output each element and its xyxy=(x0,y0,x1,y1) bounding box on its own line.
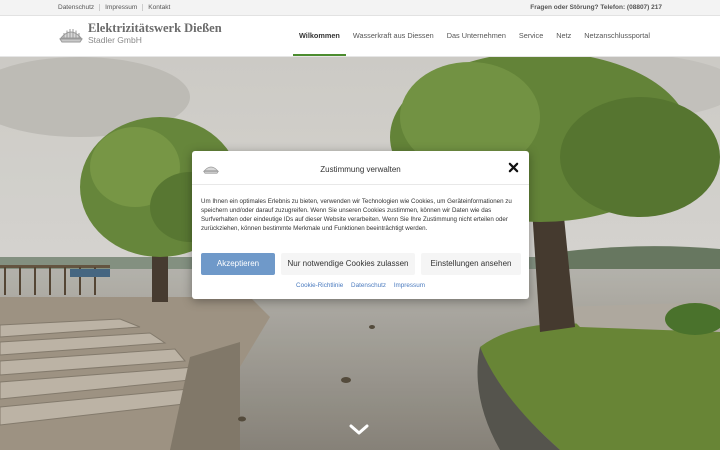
nav-item-netzanschlussportal[interactable]: Netzanschlussportal xyxy=(578,16,656,56)
nav-item-netz[interactable]: Netz xyxy=(550,16,577,56)
cookie-policy-link[interactable]: Cookie-Richtlinie xyxy=(296,282,343,289)
privacy-link[interactable]: Datenschutz xyxy=(351,282,386,289)
main-nav: Wilkommen Wasserkraft aus Diessen Das Un… xyxy=(292,16,656,56)
view-settings-button[interactable]: Einstellungen ansehen xyxy=(421,253,521,275)
site-header: Elektrizitätswerk Dießen Stadler GmbH Wi… xyxy=(0,16,720,57)
close-icon[interactable] xyxy=(508,162,519,173)
top-link-kontakt[interactable]: Kontakt xyxy=(143,4,175,11)
logo-emblem-icon xyxy=(59,28,83,42)
support-phone: Fragen oder Störung? Telefon: (08807) 21… xyxy=(530,4,662,11)
top-bar: Datenschutz Impressum Kontakt Fragen ode… xyxy=(0,0,720,16)
brand-name: Elektrizitätswerk Dießen xyxy=(88,21,222,35)
dialog-message: Um Ihnen ein optimales Erlebnis zu biete… xyxy=(201,198,512,232)
site-logo[interactable]: Elektrizitätswerk Dießen Stadler GmbH xyxy=(58,22,222,45)
chevron-down-icon[interactable] xyxy=(349,424,369,436)
nav-item-unternehmen[interactable]: Das Unternehmen xyxy=(441,16,512,56)
cookie-consent-dialog: Zustimmung verwalten Um Ihnen ein optima… xyxy=(192,151,529,299)
logo-text: Elektrizitätswerk Dießen Stadler GmbH xyxy=(88,21,222,46)
top-links: Datenschutz Impressum Kontakt xyxy=(58,4,175,11)
brand-subname: Stadler GmbH xyxy=(88,35,142,45)
nav-item-service[interactable]: Service xyxy=(513,16,549,56)
accept-button[interactable]: Akzeptieren xyxy=(201,253,275,275)
dialog-title: Zustimmung verwalten xyxy=(320,165,401,174)
nav-item-wasserkraft[interactable]: Wasserkraft aus Diessen xyxy=(347,16,440,56)
dialog-header: Zustimmung verwalten xyxy=(192,151,529,185)
top-link-datenschutz[interactable]: Datenschutz xyxy=(58,4,101,11)
top-link-impressum[interactable]: Impressum xyxy=(100,4,144,11)
dialog-buttons: Akzeptieren Nur notwendige Cookies zulas… xyxy=(201,253,521,275)
nav-item-wilkommen[interactable]: Wilkommen xyxy=(292,16,346,56)
imprint-link[interactable]: Impressum xyxy=(394,282,425,289)
dialog-links: Cookie-Richtlinie Datenschutz Impressum xyxy=(192,282,529,289)
necessary-cookies-button[interactable]: Nur notwendige Cookies zulassen xyxy=(281,253,415,275)
